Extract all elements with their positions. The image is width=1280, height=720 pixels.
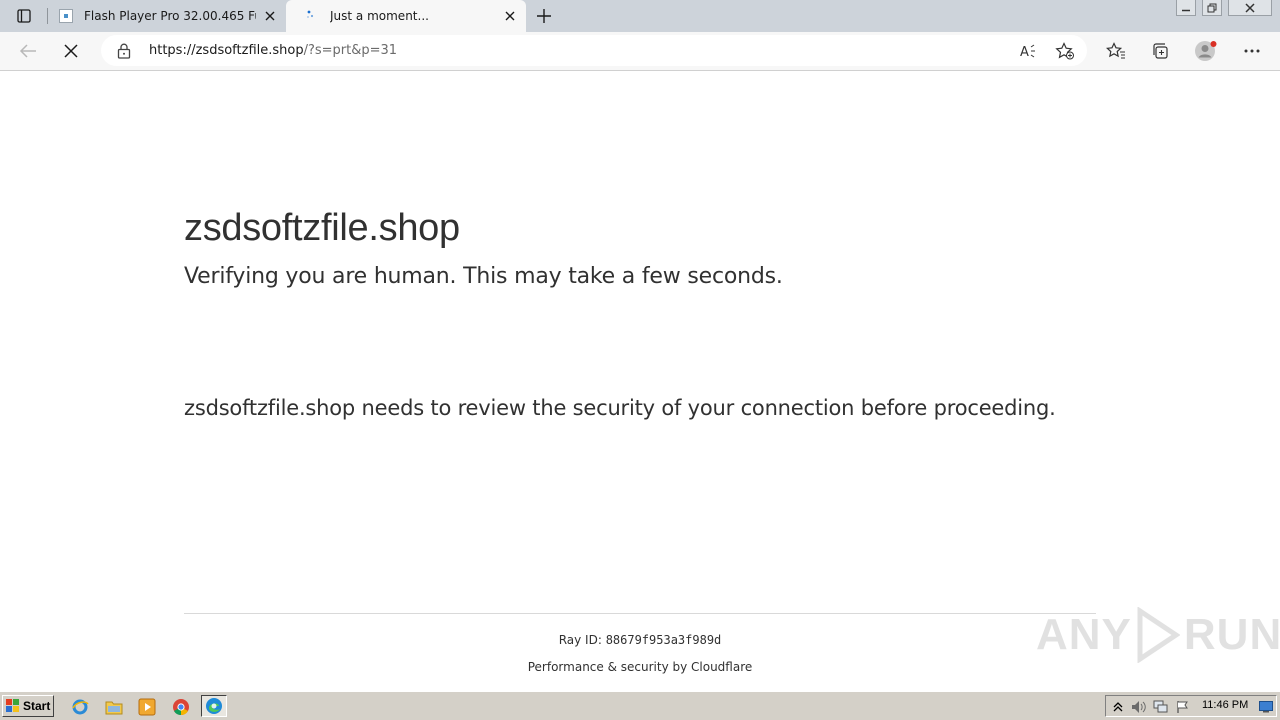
tab-title: Flash Player Pro 32.00.465 Full Crack [84, 9, 256, 23]
clock[interactable]: 11:46 PM [1202, 699, 1248, 711]
close-icon [1245, 2, 1255, 13]
page-favicon-icon [58, 8, 74, 24]
back-button[interactable] [14, 37, 42, 65]
navigation-bar: https://zsdsoftzfile.shop/?s=prt&p=31 A [0, 32, 1280, 71]
collections-button[interactable] [1146, 37, 1174, 65]
start-label: Start [23, 699, 51, 713]
tab-strip: Flash Player Pro 32.00.465 Full Crack Ju… [0, 0, 1280, 32]
file-explorer-icon[interactable] [104, 697, 124, 717]
footer-divider [184, 613, 1096, 614]
favorites-button[interactable] [1102, 37, 1130, 65]
chrome-icon[interactable] [171, 697, 191, 717]
tab-close-icon[interactable] [262, 8, 278, 24]
settings-more-button[interactable] [1238, 37, 1266, 65]
tab-close-icon[interactable] [502, 8, 518, 24]
stop-loading-button[interactable] [57, 37, 85, 65]
read-aloud-icon[interactable]: A [1019, 41, 1039, 61]
start-button[interactable]: Start [2, 695, 54, 717]
loading-spinner-icon [304, 8, 320, 24]
show-hidden-icons-icon[interactable] [1110, 699, 1126, 715]
media-player-icon[interactable] [137, 697, 157, 717]
page-content: zsdsoftzfile.shop Verifying you are huma… [0, 71, 1280, 691]
url-query: /?s=prt&p=31 [303, 43, 398, 58]
url-text[interactable]: https://zsdsoftzfile.shop/?s=prt&p=31 [149, 43, 397, 58]
action-center-flag-icon[interactable] [1175, 699, 1191, 715]
url-host: https://zsdsoftzfile.shop [149, 43, 304, 58]
add-favorite-icon[interactable] [1055, 41, 1075, 61]
svg-text:A: A [1020, 45, 1029, 59]
system-tray: 11:46 PM [1105, 695, 1277, 717]
tab-actions-icon [17, 9, 31, 23]
watermark-text-right: RUN [1183, 610, 1280, 659]
restore-icon [1207, 3, 1217, 12]
watermark-text-left: ANY [1036, 610, 1132, 659]
show-desktop-icon[interactable] [1258, 699, 1274, 715]
window-controls [1176, 0, 1272, 16]
arrow-left-icon [19, 44, 36, 58]
lock-icon[interactable] [117, 43, 131, 63]
restore-button[interactable] [1202, 0, 1222, 16]
anyrun-watermark: ANY RUN [1036, 607, 1280, 663]
tab-title: Just a moment... [330, 9, 429, 23]
taskbar: Start 11:46 PM [0, 691, 1280, 720]
window-close-button[interactable] [1228, 0, 1272, 16]
volume-icon[interactable] [1131, 699, 1147, 715]
avatar [1195, 41, 1217, 61]
close-icon [64, 44, 78, 58]
tab-flash-player[interactable]: Flash Player Pro 32.00.465 Full Crack [50, 0, 286, 32]
windows-logo-icon [6, 699, 19, 712]
address-bar[interactable]: https://zsdsoftzfile.shop/?s=prt&p=31 A [101, 35, 1087, 66]
network-icon[interactable] [1153, 699, 1169, 715]
internet-explorer-icon[interactable] [70, 697, 90, 717]
plus-icon [537, 9, 551, 23]
tab-separator [47, 8, 48, 24]
verifying-message: Verifying you are human. This may take a… [184, 264, 783, 289]
security-review-message: zsdsoftzfile.shop needs to review the se… [184, 396, 1056, 420]
ray-id-value: 88679f953a3f989d [605, 633, 722, 647]
page-title: zsdsoftzfile.shop [184, 207, 460, 249]
tab-actions-button[interactable] [6, 4, 42, 28]
collections-icon [1153, 43, 1168, 59]
new-tab-button[interactable] [532, 4, 556, 28]
more-options-icon [1244, 49, 1260, 53]
play-logo-icon [1137, 607, 1180, 663]
favorites-star-icon [1106, 42, 1125, 59]
edge-icon[interactable] [201, 695, 227, 717]
ray-id-label: Ray ID: [558, 633, 606, 647]
minimize-button[interactable] [1176, 0, 1196, 16]
profile-button[interactable] [1192, 37, 1220, 65]
tab-just-a-moment[interactable]: Just a moment... [286, 0, 526, 32]
minimize-icon [1182, 9, 1190, 11]
